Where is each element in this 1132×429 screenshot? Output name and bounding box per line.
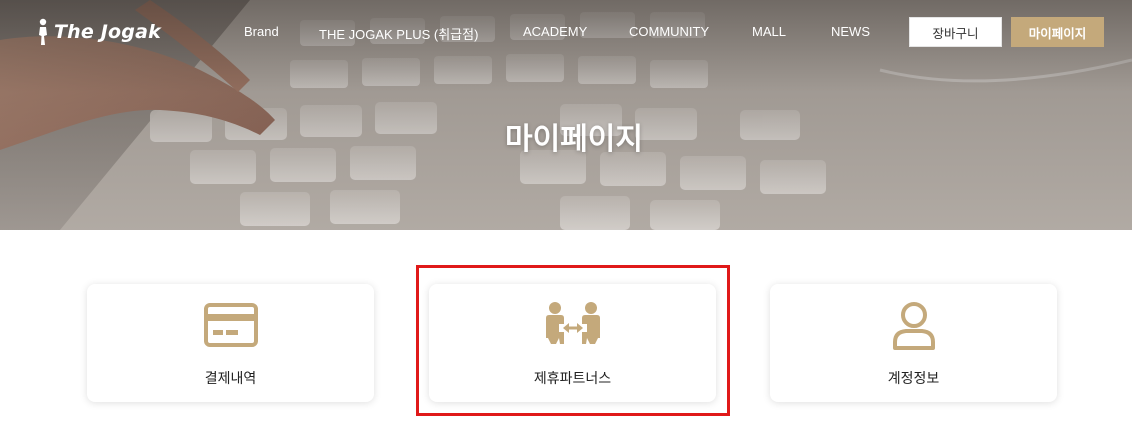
- credit-card-icon: [203, 303, 258, 347]
- nav-item-academy[interactable]: ACADEMY: [523, 24, 587, 39]
- card-label-payment-history: 결제내역: [204, 371, 257, 387]
- partners-card[interactable]: 제휴파트너스: [429, 284, 716, 402]
- logo-text: The Jogak: [54, 21, 161, 43]
- nav-item-community[interactable]: COMMUNITY: [629, 24, 709, 39]
- card-label-account-info: 계정정보: [887, 371, 940, 387]
- page-title: 마이페이지: [505, 122, 643, 157]
- account-info-card[interactable]: 계정정보: [770, 284, 1057, 402]
- logo-figure-icon: [39, 18, 47, 45]
- hero-banner: The Jogak Brand THE JOGAK PLUS (취급점) ACA…: [0, 0, 1132, 230]
- logo[interactable]: The Jogak: [36, 17, 161, 47]
- cart-button[interactable]: 장바구니: [909, 17, 1002, 47]
- nav-item-news[interactable]: NEWS: [831, 24, 870, 39]
- payment-history-card[interactable]: 결제내역: [87, 284, 374, 402]
- nav-item-mall[interactable]: MALL: [752, 24, 786, 39]
- card-label-partners: 제휴파트너스: [533, 371, 612, 387]
- nav-item-jogak-plus[interactable]: THE JOGAK PLUS (취급점): [319, 24, 478, 43]
- mypage-button[interactable]: 마이페이지: [1011, 17, 1104, 47]
- nav-item-brand[interactable]: Brand: [244, 24, 279, 39]
- partners-icon: [545, 302, 600, 344]
- user-icon: [892, 302, 935, 350]
